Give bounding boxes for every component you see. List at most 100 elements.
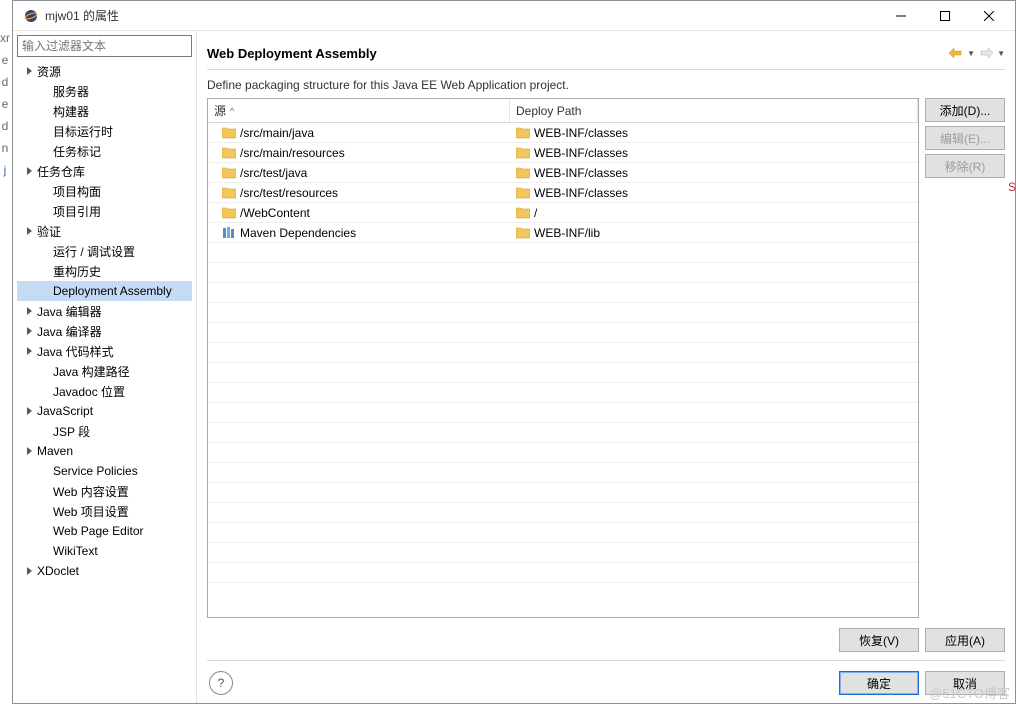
tree-item[interactable]: 目标运行时 [17, 121, 192, 141]
expand-icon [39, 504, 53, 518]
tree-item-label: Deployment Assembly [53, 284, 172, 298]
tree-item[interactable]: JSP 段 [17, 421, 192, 441]
table-row[interactable]: /WebContent/ [208, 203, 918, 223]
nav-history: ▼ ▼ [949, 48, 1005, 58]
table-row-empty [208, 263, 918, 283]
tree-item-label: 服务器 [53, 83, 89, 100]
back-menu-icon[interactable]: ▼ [967, 48, 975, 58]
tree-item[interactable]: Web Page Editor [17, 521, 192, 541]
deploy-cell: WEB-INF/classes [534, 186, 628, 200]
tree-item[interactable]: Service Policies [17, 461, 192, 481]
expand-icon [39, 244, 53, 258]
tree-item-label: JSP 段 [53, 423, 90, 440]
tree-item[interactable]: 服务器 [17, 81, 192, 101]
table-row[interactable]: Maven DependenciesWEB-INF/lib [208, 223, 918, 243]
expand-icon[interactable] [23, 324, 37, 338]
expand-icon [39, 384, 53, 398]
tree-item[interactable]: 任务仓库 [17, 161, 192, 181]
column-deploy[interactable]: Deploy Path [510, 99, 918, 122]
source-cell: /src/main/resources [240, 146, 345, 160]
expand-icon [39, 204, 53, 218]
expand-icon [39, 544, 53, 558]
table-row-empty [208, 403, 918, 423]
table-row[interactable]: /src/test/resources WEB-INF/classes [208, 183, 918, 203]
ok-button[interactable]: 确定 [839, 671, 919, 695]
tree-item-label: Java 构建路径 [53, 363, 130, 380]
tree-item[interactable]: 项目构面 [17, 181, 192, 201]
filter-input[interactable] [17, 35, 192, 57]
tree-item-label: 目标运行时 [53, 123, 113, 140]
forward-icon[interactable] [979, 48, 993, 58]
tree-item[interactable]: 资源 [17, 61, 192, 81]
source-cell: /src/test/resources [240, 186, 338, 200]
expand-icon [39, 124, 53, 138]
tree-item[interactable]: Java 构建路径 [17, 361, 192, 381]
expand-icon [39, 284, 53, 298]
table-row-empty [208, 383, 918, 403]
tree-item-label: 项目构面 [53, 183, 101, 200]
maximize-button[interactable] [923, 1, 967, 30]
add-button[interactable]: 添加(D)... [925, 98, 1005, 122]
tree-item-label: JavaScript [37, 404, 93, 418]
expand-icon[interactable] [23, 224, 37, 238]
tree-item[interactable]: 构建器 [17, 101, 192, 121]
source-cell: /src/test/java [240, 166, 307, 180]
tree-item[interactable]: JavaScript [17, 401, 192, 421]
page-title: Web Deployment Assembly [207, 46, 949, 61]
table-row-empty [208, 243, 918, 263]
tree-item[interactable]: Deployment Assembly [17, 281, 192, 301]
expand-icon[interactable] [23, 64, 37, 78]
remove-button[interactable]: 移除(R) [925, 154, 1005, 178]
expand-icon [39, 424, 53, 438]
source-cell: Maven Dependencies [240, 226, 356, 240]
tree-item[interactable]: Maven [17, 441, 192, 461]
tree-item[interactable]: 运行 / 调试设置 [17, 241, 192, 261]
edit-button[interactable]: 编辑(E)... [925, 126, 1005, 150]
help-icon[interactable]: ? [209, 671, 233, 695]
nav-tree: 资源服务器构建器目标运行时任务标记任务仓库项目构面项目引用验证运行 / 调试设置… [17, 59, 192, 699]
window-title: mjw01 的属性 [45, 7, 879, 24]
table-row-empty [208, 503, 918, 523]
cancel-button[interactable]: 取消 [925, 671, 1005, 695]
description: Define packaging structure for this Java… [207, 78, 1005, 92]
source-cell: /src/main/java [240, 126, 314, 140]
expand-icon[interactable] [23, 404, 37, 418]
expand-icon [39, 484, 53, 498]
tree-item[interactable]: Web 项目设置 [17, 501, 192, 521]
column-source[interactable]: 源^ [208, 99, 510, 122]
table-row-empty [208, 323, 918, 343]
tree-item[interactable]: Java 编译器 [17, 321, 192, 341]
forward-menu-icon[interactable]: ▼ [997, 48, 1005, 58]
table-row-empty [208, 443, 918, 463]
close-button[interactable] [967, 1, 1011, 30]
apply-button[interactable]: 应用(A) [925, 628, 1005, 652]
table-row-empty [208, 303, 918, 323]
table-row[interactable]: /src/main/resourcesWEB-INF/classes [208, 143, 918, 163]
tree-item[interactable]: Java 代码样式 [17, 341, 192, 361]
expand-icon[interactable] [23, 164, 37, 178]
expand-icon[interactable] [23, 344, 37, 358]
expand-icon[interactable] [23, 304, 37, 318]
tree-item-label: 构建器 [53, 103, 89, 120]
expand-icon[interactable] [23, 444, 37, 458]
tree-item[interactable]: Web 内容设置 [17, 481, 192, 501]
back-icon[interactable] [949, 48, 963, 58]
table-row[interactable]: /src/test/javaWEB-INF/classes [208, 163, 918, 183]
expand-icon [39, 264, 53, 278]
tree-item[interactable]: Javadoc 位置 [17, 381, 192, 401]
tree-item[interactable]: 项目引用 [17, 201, 192, 221]
restore-button[interactable]: 恢复(V) [839, 628, 919, 652]
tree-item[interactable]: 验证 [17, 221, 192, 241]
tree-item[interactable]: 重构历史 [17, 261, 192, 281]
tree-item[interactable]: WikiText [17, 541, 192, 561]
table-row-empty [208, 423, 918, 443]
expand-icon[interactable] [23, 564, 37, 578]
tree-item[interactable]: Java 编辑器 [17, 301, 192, 321]
minimize-button[interactable] [879, 1, 923, 30]
tree-item[interactable]: 任务标记 [17, 141, 192, 161]
tree-item[interactable]: XDoclet [17, 561, 192, 581]
table-row[interactable]: /src/main/javaWEB-INF/classes [208, 123, 918, 143]
tree-item-label: XDoclet [37, 564, 79, 578]
tree-item-label: Java 编辑器 [37, 303, 102, 320]
tree-item-label: 资源 [37, 63, 61, 80]
